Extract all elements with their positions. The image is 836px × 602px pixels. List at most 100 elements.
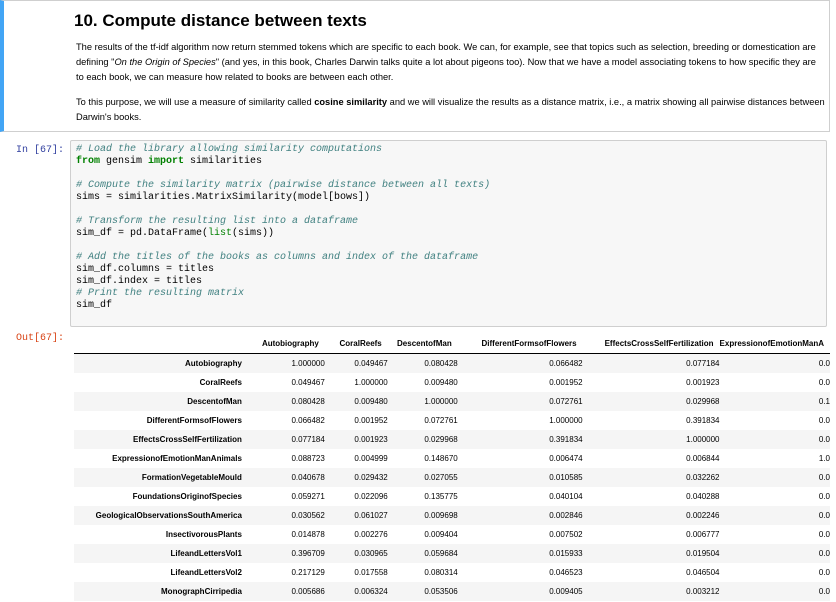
table-cell: 0.029968 xyxy=(424,435,458,444)
table-cell: 0.0 xyxy=(818,549,830,558)
table-cell: 0.066482 xyxy=(549,359,583,368)
table-cell: 0.001923 xyxy=(354,435,388,444)
table-cell: 0.032262 xyxy=(686,473,720,482)
table-cell: 0.391834 xyxy=(686,416,720,425)
row-label: GeologicalObservationsSouthAmerica xyxy=(95,511,242,520)
table-cell: 0.080428 xyxy=(291,397,325,406)
table-cell: 0.006324 xyxy=(354,587,388,596)
table-cell: 0.009404 xyxy=(424,530,458,539)
table-cell: 1.0 xyxy=(818,454,830,463)
table-cell: 0.0 xyxy=(818,511,830,520)
code-line: gensim xyxy=(100,156,149,167)
table-cell: 0.049467 xyxy=(291,378,325,387)
table-cell: 0.040678 xyxy=(291,473,325,482)
table-cell: 0.017558 xyxy=(354,568,388,577)
code-comment: # Compute the similarity matrix (pairwis… xyxy=(76,180,491,191)
table-cell: 0.009698 xyxy=(424,511,458,520)
code-comment: # Load the library allowing similarity c… xyxy=(76,144,383,155)
table-cell: 0.002846 xyxy=(549,511,583,520)
table-row: LifeandLettersVol1 0.396709 0.030965 0.0596… xyxy=(74,544,830,563)
purpose-text-a: To this purpose, we will use a measure o… xyxy=(76,97,315,107)
row-label: MonographCirripedia xyxy=(161,587,242,596)
table-cell: 0.004999 xyxy=(354,454,388,463)
table-cell: 0.006777 xyxy=(686,530,720,539)
row-label: LifeandLettersVol2 xyxy=(170,568,242,577)
table-cell: 0.135775 xyxy=(424,492,458,501)
intro-paragraph: The results of the tf-idf algorithm now … xyxy=(76,40,826,85)
index-header xyxy=(74,334,246,354)
table-body: Autobiography 1.000000 0.049467 0.080428 0.0… xyxy=(74,353,830,601)
table-cell: 1.000000 xyxy=(549,416,583,425)
section-title: 10. Compute distance between texts xyxy=(74,11,367,30)
table-cell: 0.001923 xyxy=(686,378,720,387)
table-cell: 0.0 xyxy=(818,530,830,539)
table-cell: 0.1 xyxy=(818,397,830,406)
table-cell: 0.030965 xyxy=(354,549,388,558)
table-cell: 0.006474 xyxy=(549,454,583,463)
table-cell: 0.007502 xyxy=(549,530,583,539)
table-cell: 0.0 xyxy=(818,587,830,596)
code-line: sims = similarities.MatrixSimilarity(mod… xyxy=(76,192,371,203)
table-cell: 0.053506 xyxy=(424,587,458,596)
table-row: CoralReefs 0.049467 1.000000 0.009480 0.0019… xyxy=(74,373,830,392)
cosine-similarity-term: cosine similarity xyxy=(314,97,388,107)
output-area[interactable]: Autobiography CoralReefs DescentofMan Di… xyxy=(70,330,830,602)
column-header: DifferentFormsofFlowers xyxy=(457,334,583,354)
output-prompt: Out[67]: xyxy=(16,333,65,344)
code-line: sim_df.index = titles xyxy=(76,276,203,287)
table-row: MonographCirripedia 0.005686 0.006324 0.053… xyxy=(74,582,830,601)
table-cell: 0.019504 xyxy=(686,549,720,558)
table-cell: 0.049467 xyxy=(354,359,388,368)
column-header: Autobiography xyxy=(245,334,325,354)
table-row: EffectsCrossSelfFertilization 0.077184 0.0… xyxy=(74,430,830,449)
table-cell: 0.022096 xyxy=(354,492,388,501)
table-cell: 0.046523 xyxy=(549,568,583,577)
table-cell: 0.077184 xyxy=(291,435,325,444)
table-cell: 0.0 xyxy=(818,492,830,501)
table-cell: 0.148670 xyxy=(424,454,458,463)
table-cell: 0.061027 xyxy=(354,511,388,520)
row-label: DescentofMan xyxy=(187,397,242,406)
code-comment: # Add the titles of the books as columns… xyxy=(76,252,479,263)
table-cell: 0.010585 xyxy=(549,473,583,482)
code-line: sim_df.columns = titles xyxy=(76,264,215,275)
row-label: DifferentFormsofFlowers xyxy=(146,416,242,425)
table-cell: 0.391834 xyxy=(549,435,583,444)
table-cell: 0.396709 xyxy=(291,549,325,558)
table-cell: 0.0 xyxy=(818,568,830,577)
similarity-dataframe: Autobiography CoralReefs DescentofMan Di… xyxy=(74,334,830,601)
column-header: DescentofMan xyxy=(387,334,458,354)
table-cell: 0.080428 xyxy=(424,359,458,368)
table-cell: 0.030562 xyxy=(291,511,325,520)
code-comment: # Print the resulting matrix xyxy=(76,288,245,299)
table-cell: 0.015933 xyxy=(549,549,583,558)
table-row: DifferentFormsofFlowers 0.066482 0.001952 0… xyxy=(74,411,830,430)
code-builtin: list xyxy=(208,228,233,239)
header-row: Autobiography CoralReefs DescentofMan Di… xyxy=(74,334,830,354)
table-cell: 0.0 xyxy=(818,435,830,444)
column-header: ExpressionofEmotionManA xyxy=(719,334,830,354)
table-cell: 0.0 xyxy=(818,378,830,387)
column-header: CoralReefs xyxy=(324,334,388,354)
row-label: FoundationsOriginofSpecies xyxy=(132,492,242,501)
row-label: EffectsCrossSelfFertilization xyxy=(132,435,242,444)
markdown-cell[interactable]: 10. Compute distance between texts The r… xyxy=(0,0,830,132)
code-line: similarities xyxy=(184,156,263,167)
purpose-paragraph: To this purpose, we will use a measure o… xyxy=(76,95,826,125)
table-cell: 0.072761 xyxy=(549,397,583,406)
table-cell: 1.000000 xyxy=(424,397,458,406)
code-text[interactable]: # Load the library allowing similarity c… xyxy=(76,144,490,312)
table-cell: 0.009480 xyxy=(354,397,388,406)
table-cell: 0.0 xyxy=(818,359,830,368)
table-row: GeologicalObservationsSouthAmerica 0.0305… xyxy=(74,506,830,525)
input-prompt: In [67]: xyxy=(16,145,65,156)
table-cell: 0.002246 xyxy=(686,511,720,520)
table-cell: 0.0 xyxy=(818,473,830,482)
table-cell: 0.040288 xyxy=(686,492,720,501)
code-keyword: from xyxy=(76,156,101,167)
table-cell: 0.046504 xyxy=(686,568,720,577)
code-editor[interactable]: # Load the library allowing similarity c… xyxy=(70,140,827,327)
table-cell: 0.072761 xyxy=(424,416,458,425)
table-row: Autobiography 1.000000 0.049467 0.080428 0.0… xyxy=(74,353,830,373)
code-line: sim_df = pd.DataFrame( xyxy=(76,228,209,239)
